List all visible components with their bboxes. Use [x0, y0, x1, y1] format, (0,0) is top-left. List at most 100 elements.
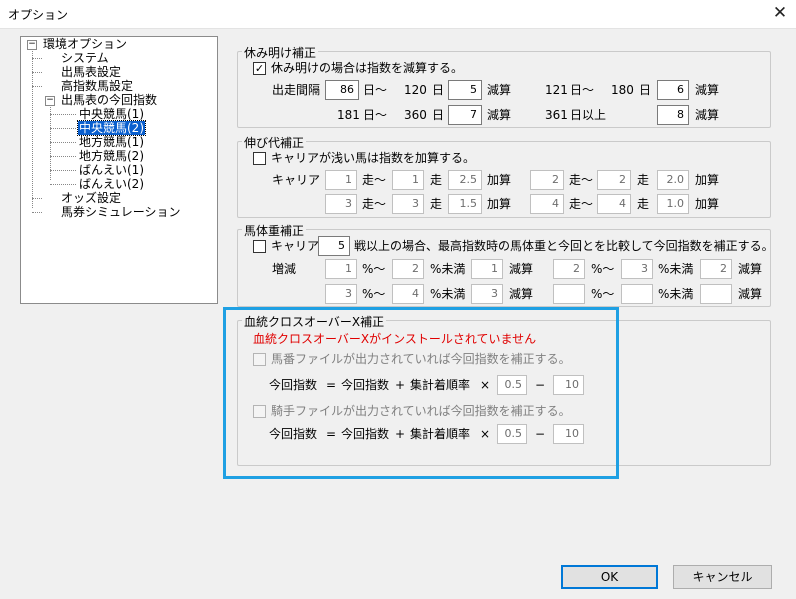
growth-input[interactable]: 1: [392, 170, 424, 190]
interval-label: 出走間隔: [272, 83, 321, 97]
growth-input[interactable]: 3: [325, 194, 357, 214]
options-tree[interactable]: − 環境オプション システム 出馬表設定 高指数馬設定 − 出馬表の今回指数 中…: [20, 36, 218, 304]
weight-career-input[interactable]: 5: [318, 236, 350, 256]
tree-connector: [32, 86, 42, 87]
rest-sub: 減算: [695, 108, 720, 122]
weight-pct-under: %未満: [430, 287, 466, 301]
highlight-frame: [223, 307, 619, 479]
collapse-icon[interactable]: −: [27, 40, 37, 50]
growth-add: 加算: [695, 173, 720, 187]
growth-input[interactable]: 2.0: [657, 170, 689, 190]
tree-item-local-2[interactable]: 地方競馬(2): [78, 149, 145, 163]
weight-checkbox[interactable]: [253, 240, 266, 253]
cancel-button[interactable]: キャンセル: [673, 565, 772, 589]
weight-pct-under: %未満: [658, 262, 694, 276]
growth-from: 走〜: [362, 197, 387, 211]
rest-input-2f[interactable]: 8: [657, 105, 689, 125]
tree-connector: [50, 142, 76, 143]
weight-checkbox-label: キャリア: [271, 239, 320, 253]
growth-checkbox[interactable]: [253, 152, 266, 165]
weight-input[interactable]: [700, 284, 732, 304]
weight-input[interactable]: 1: [471, 259, 503, 279]
rest-tilde: 日〜: [363, 108, 388, 122]
growth-input[interactable]: 1: [325, 170, 357, 190]
rest-sub: 減算: [487, 108, 512, 122]
tree-connector: [50, 170, 76, 171]
weight-pct-from: %〜: [591, 287, 615, 301]
growth-add: 加算: [695, 197, 720, 211]
ok-button[interactable]: OK: [561, 565, 658, 589]
growth-to: 走: [637, 173, 650, 187]
tree-item-system[interactable]: システム: [60, 51, 110, 65]
rest-value: 361: [545, 108, 568, 122]
tree-item-central-2[interactable]: 中央競馬(2): [77, 120, 146, 136]
rest-day: 日: [432, 108, 445, 122]
weight-input[interactable]: [553, 284, 585, 304]
rest-over: 日以上: [570, 108, 607, 122]
growth-to: 走: [430, 197, 443, 211]
weight-desc: 戦以上の場合、最高指数時の馬体重と今回とを比較して今回指数を補正する。: [354, 239, 774, 253]
tree-item-high-index[interactable]: 高指数馬設定: [60, 79, 134, 93]
rest-day: 日: [432, 83, 445, 97]
growth-to: 走: [430, 173, 443, 187]
tree-item-simulation[interactable]: 馬券シミュレーション: [60, 205, 182, 219]
growth-group-title: 伸び代補正: [242, 134, 307, 151]
title-bar: [0, 0, 796, 29]
rest-tilde: 日〜: [570, 83, 595, 97]
weight-input[interactable]: 2: [553, 259, 585, 279]
rest-input-2c[interactable]: 7: [448, 105, 482, 125]
weight-input[interactable]: 1: [325, 259, 357, 279]
rest-checkbox[interactable]: ✓: [253, 62, 266, 75]
growth-input[interactable]: 3: [392, 194, 424, 214]
growth-input[interactable]: 2: [597, 170, 631, 190]
growth-input[interactable]: 2.5: [448, 170, 482, 190]
weight-input[interactable]: 4: [392, 284, 424, 304]
weight-change-label: 増減: [272, 262, 297, 276]
tree-connector: [50, 114, 76, 115]
weight-input[interactable]: 3: [325, 284, 357, 304]
weight-input[interactable]: 2: [700, 259, 732, 279]
rest-day: 日: [639, 83, 652, 97]
tree-item-odds[interactable]: オッズ設定: [60, 191, 122, 205]
window-title: オプション: [8, 8, 69, 22]
tree-connector: [50, 156, 76, 157]
weight-sub: 減算: [738, 262, 763, 276]
weight-sub: 減算: [509, 262, 534, 276]
growth-input[interactable]: 4: [597, 194, 631, 214]
weight-pct-from: %〜: [362, 262, 386, 276]
growth-input[interactable]: 1.5: [448, 194, 482, 214]
rest-group-title: 休み明け補正: [242, 44, 319, 61]
rest-input-1a[interactable]: 86: [325, 80, 359, 100]
career-label: キャリア: [272, 173, 321, 187]
weight-input[interactable]: 3: [471, 284, 503, 304]
growth-input[interactable]: 1.0: [657, 194, 689, 214]
tree-item-local-1[interactable]: 地方競馬(1): [78, 135, 145, 149]
rest-sub: 減算: [487, 83, 512, 97]
weight-input[interactable]: 3: [621, 259, 653, 279]
weight-sub: 減算: [509, 287, 534, 301]
rest-input-1c[interactable]: 5: [448, 80, 482, 100]
rest-checkbox-label: 休み明けの場合は指数を減算する。: [271, 61, 464, 75]
weight-pct-under: %未満: [430, 262, 466, 276]
growth-add: 加算: [487, 197, 512, 211]
tree-item-current-index[interactable]: 出馬表の今回指数: [60, 93, 158, 107]
rest-value: 121: [545, 83, 568, 97]
growth-input[interactable]: 4: [530, 194, 564, 214]
tree-item-banei-2[interactable]: ばんえい(2): [78, 177, 145, 191]
collapse-icon[interactable]: −: [45, 96, 55, 106]
tree-connector: [50, 184, 76, 185]
weight-pct-from: %〜: [591, 262, 615, 276]
weight-input[interactable]: 2: [392, 259, 424, 279]
tree-connector: [32, 72, 42, 73]
weight-input[interactable]: [621, 284, 653, 304]
rest-input-1f[interactable]: 6: [657, 80, 689, 100]
tree-item-race-card[interactable]: 出馬表設定: [60, 65, 122, 79]
weight-group-title: 馬体重補正: [242, 222, 307, 239]
close-icon[interactable]: ✕: [768, 2, 792, 24]
tree-connector: [32, 198, 42, 199]
tree-item-banei-1[interactable]: ばんえい(1): [78, 163, 145, 177]
rest-sub: 減算: [695, 83, 720, 97]
tree-item-central-1[interactable]: 中央競馬(1): [78, 107, 145, 121]
tree-item-env-options[interactable]: 環境オプション: [42, 37, 128, 51]
growth-input[interactable]: 2: [530, 170, 564, 190]
